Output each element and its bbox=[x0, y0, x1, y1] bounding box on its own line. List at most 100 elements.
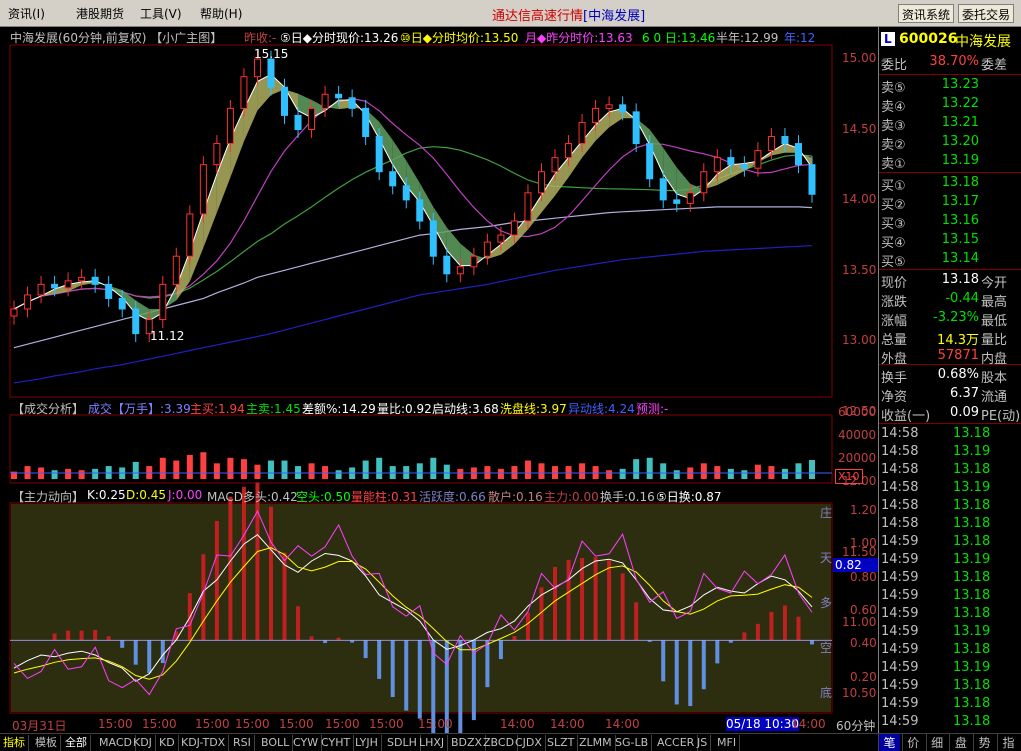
tab-kd[interactable]: KD bbox=[156, 735, 179, 751]
tab-mfi[interactable]: MFI bbox=[714, 735, 741, 751]
stat-row: 收益(一) 0.09 PE(动) bbox=[881, 405, 1021, 424]
buy-row[interactable]: 买⑤ 13.14 bbox=[881, 251, 1021, 270]
sell-price: 13.21 bbox=[941, 115, 979, 130]
sell-price: 13.23 bbox=[941, 77, 979, 92]
stat-label: 涨跌 bbox=[881, 295, 908, 310]
menu-ganggu[interactable]: 港股期货 bbox=[76, 5, 124, 22]
chart-area[interactable]: 中海发展(60分钟,前复权) 【小广主图】 昨收:- ⑤日◆分时现价:13.26… bbox=[0, 27, 878, 733]
tab-sg-lb[interactable]: SG-LB bbox=[612, 735, 653, 751]
tick-price: 13.18 bbox=[953, 426, 991, 441]
tick-row: 14:59 13.18 bbox=[881, 678, 1021, 696]
tab-cjdx[interactable]: CJDX bbox=[512, 735, 546, 751]
tick-price: 13.18 bbox=[953, 516, 991, 531]
sell-row[interactable]: 卖③ 13.21 bbox=[881, 115, 1021, 134]
tick-time: 14:59 bbox=[881, 606, 919, 621]
price-tick-label: 11.00 bbox=[842, 615, 877, 629]
buy-price: 13.14 bbox=[941, 251, 979, 266]
menu-tools[interactable]: 工具(V) bbox=[140, 5, 182, 22]
volume-bar bbox=[92, 468, 99, 479]
candle-body bbox=[470, 255, 478, 268]
panel-tab[interactable]: 笔 bbox=[878, 734, 900, 751]
tick-row: 14:58 13.19 bbox=[881, 480, 1021, 498]
x10-badge[interactable]: X10 bbox=[835, 469, 863, 484]
panel-tab[interactable]: 盘 bbox=[949, 734, 971, 751]
stat-tail: 最低 bbox=[981, 314, 1008, 329]
buy-row[interactable]: 买④ 13.15 bbox=[881, 232, 1021, 251]
period-label[interactable]: 60分钟 bbox=[836, 717, 875, 734]
volume-bar bbox=[416, 463, 423, 479]
macd-bar bbox=[674, 640, 679, 705]
tab-kdj-tdx[interactable]: KDJ-TDX bbox=[178, 735, 230, 751]
panel-tab[interactable]: 指 bbox=[997, 734, 1019, 751]
chart-svg[interactable] bbox=[0, 27, 878, 733]
stat-label: 收益(一) bbox=[881, 409, 931, 424]
buy-row[interactable]: 买① 13.18 bbox=[881, 175, 1021, 194]
candle-body bbox=[172, 255, 180, 285]
menu-zixun[interactable]: 资讯(I) bbox=[8, 5, 45, 22]
sell-label: 卖③ bbox=[881, 119, 906, 134]
buy-row[interactable]: 买② 13.17 bbox=[881, 194, 1021, 213]
volume-yidong: 异动线:4.24 bbox=[568, 402, 635, 416]
tick-price: 13.18 bbox=[953, 678, 991, 693]
volume-tick-label: 40000 bbox=[838, 428, 877, 442]
sell-row[interactable]: 卖① 13.19 bbox=[881, 153, 1021, 172]
system-button[interactable]: 资讯系统 bbox=[898, 4, 955, 23]
tab-lyjh[interactable]: LYJH bbox=[352, 735, 382, 751]
tab-js[interactable]: JS bbox=[694, 735, 712, 751]
panel-tab[interactable]: 价 bbox=[901, 734, 924, 751]
time-tick-label: 15:00 bbox=[279, 717, 314, 731]
macd-bar bbox=[485, 640, 490, 688]
tab-指标[interactable]: 指标 bbox=[0, 735, 29, 751]
ind-liangneng: 量能柱:0.31 bbox=[351, 490, 418, 504]
tab-模板[interactable]: 模板 bbox=[32, 735, 61, 751]
stat-row: 换手 0.68% 股本 bbox=[881, 367, 1021, 386]
panel-tab[interactable]: 细 bbox=[925, 734, 948, 751]
tab-lhxj[interactable]: LHXJ bbox=[416, 735, 449, 751]
tab-slzt[interactable]: SLZT bbox=[544, 735, 579, 751]
panel-tab[interactable]: 势 bbox=[973, 734, 995, 751]
candle-body bbox=[456, 266, 464, 275]
tab-accer[interactable]: ACCER bbox=[654, 735, 699, 751]
tick-row: 14:58 13.18 bbox=[881, 498, 1021, 516]
indicator-current-value: 0.82 bbox=[833, 558, 878, 572]
macd-bar bbox=[241, 486, 246, 641]
buy-label: 买② bbox=[881, 198, 906, 213]
candle-body bbox=[510, 220, 518, 236]
volume-bar bbox=[606, 470, 613, 479]
volume-bar bbox=[267, 460, 274, 479]
ind-huanshou: 换手:0.16 bbox=[600, 490, 655, 504]
tick-row: 14:58 13.18 bbox=[881, 426, 1021, 444]
sell-row[interactable]: 卖② 13.20 bbox=[881, 134, 1021, 153]
candle-body bbox=[767, 136, 775, 152]
trade-button[interactable]: 委托交易 bbox=[958, 4, 1015, 23]
stat-tail: 最高 bbox=[981, 295, 1008, 310]
buy-row[interactable]: 买③ 13.16 bbox=[881, 213, 1021, 232]
macd-bar bbox=[525, 612, 530, 641]
tab-rsi[interactable]: RSI bbox=[230, 735, 255, 751]
tab-全部[interactable]: 全部 bbox=[62, 735, 91, 751]
indicator-side-label: 空 bbox=[820, 641, 833, 655]
candle-body bbox=[375, 136, 383, 173]
sell-row[interactable]: 卖④ 13.22 bbox=[881, 96, 1021, 115]
macd-bar bbox=[390, 640, 395, 698]
candle-body bbox=[754, 150, 762, 169]
tick-time: 14:58 bbox=[881, 516, 919, 531]
quote-panel: L 600026 中海发展 委比 38.70% 委差 卖⑤ 13.23 卖④ 13.2… bbox=[878, 27, 1021, 751]
tick-price: 13.19 bbox=[953, 660, 991, 675]
tab-cyht[interactable]: CYHT bbox=[318, 735, 355, 751]
macd-bar bbox=[620, 573, 625, 641]
tab-boll[interactable]: BOLL bbox=[258, 735, 294, 751]
candle-body bbox=[483, 241, 491, 257]
tick-row: 14:59 13.19 bbox=[881, 624, 1021, 642]
macd-bar bbox=[93, 629, 98, 641]
volume-bar bbox=[186, 455, 193, 479]
menu-help[interactable]: 帮助(H) bbox=[200, 5, 242, 22]
stat-value: 6.37 bbox=[950, 386, 979, 401]
volume-bar bbox=[65, 468, 72, 479]
sell-price: 13.19 bbox=[941, 153, 979, 168]
tab-kdj[interactable]: KDJ bbox=[130, 735, 156, 751]
candle-body bbox=[443, 255, 451, 275]
tab-zlmm[interactable]: ZLMM bbox=[576, 735, 616, 751]
volume-zhumai2: 主卖:1.45 bbox=[246, 402, 301, 416]
sell-row[interactable]: 卖⑤ 13.23 bbox=[881, 77, 1021, 96]
